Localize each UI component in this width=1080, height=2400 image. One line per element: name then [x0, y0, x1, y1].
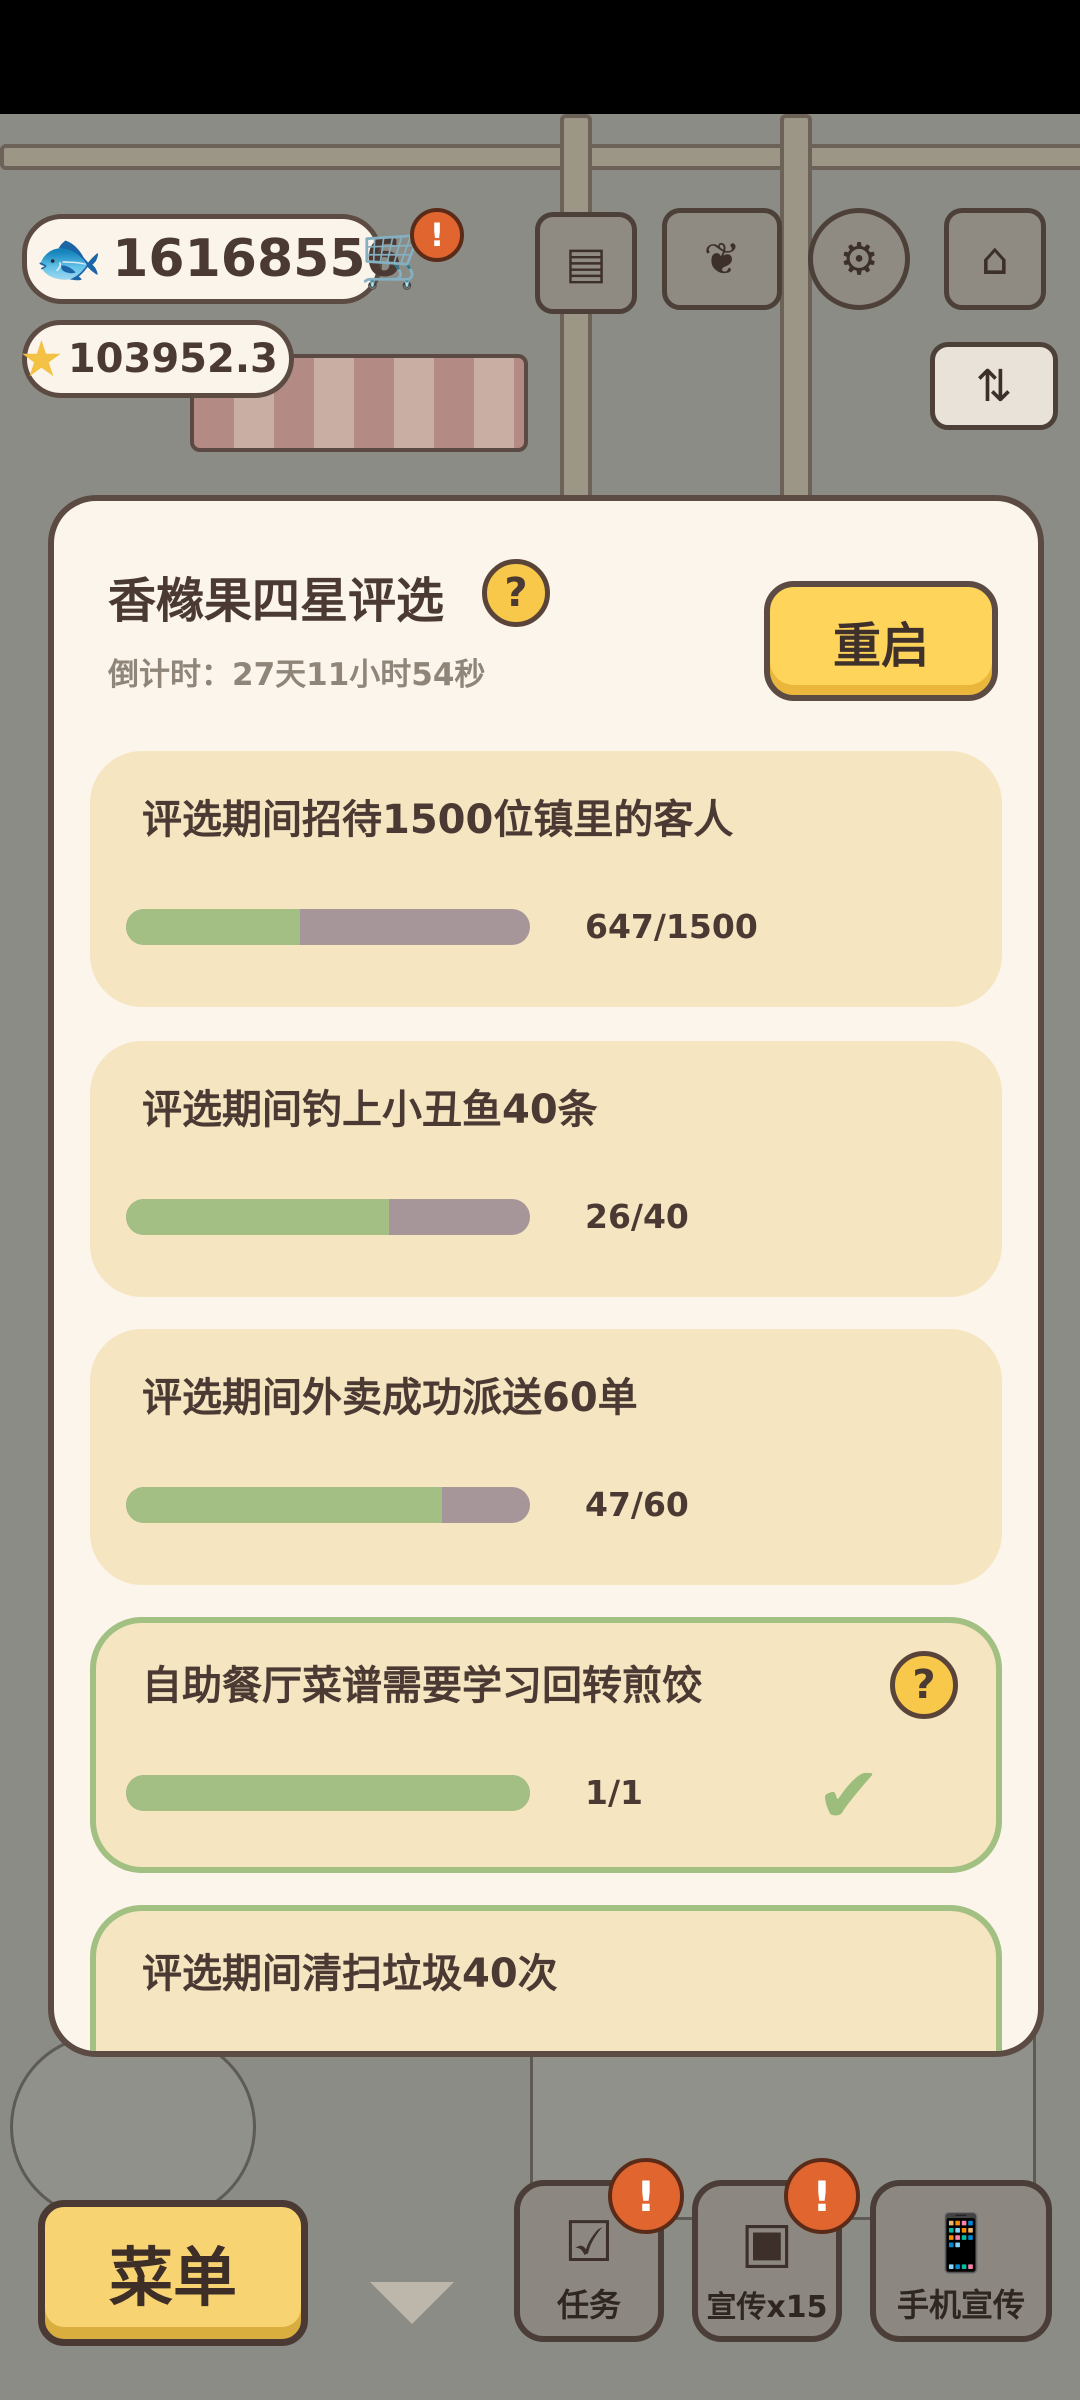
question-icon: ? — [912, 1662, 936, 1708]
fish-currency-display: 🐟 16168556 — [22, 214, 402, 304]
task-progress-bar — [126, 1487, 530, 1523]
collapse-arrow-icon[interactable] — [370, 2282, 454, 2324]
star-icon: ★ — [19, 330, 64, 388]
shop-button[interactable]: ⌂ — [944, 208, 1046, 310]
task-progress-bar — [126, 909, 530, 945]
newspaper-button[interactable]: ▤ — [535, 212, 637, 314]
task-progress-text: 647/1500 — [585, 907, 758, 946]
phone-icon: 📱 — [926, 2211, 996, 2276]
task-button-label: 任务 — [556, 2286, 621, 2324]
cart-alert-badge: ! — [410, 208, 464, 262]
settings-button[interactable]: ⚙ — [808, 208, 910, 310]
phone-promo-button[interactable]: 📱 手机宣传 — [870, 2180, 1052, 2342]
background-beam — [0, 144, 1080, 170]
promo-card-icon: ▣ — [740, 2210, 794, 2275]
task-progress-text: 1/1 — [585, 1773, 643, 1812]
countdown-timer: 倒计时：27天11小时54秒 — [108, 657, 486, 693]
help-button[interactable]: ? — [482, 559, 550, 627]
task-progress-text: 26/40 — [585, 1197, 689, 1236]
promo-alert-badge: ! — [784, 2158, 860, 2234]
task-progress-bar — [126, 1199, 530, 1235]
task-progress-fill — [126, 1199, 389, 1235]
shop-icon: ⌂ — [981, 233, 1009, 285]
restart-button[interactable]: 重启 — [764, 581, 998, 701]
task-card: 评选期间钓上小丑鱼40条 26/40 — [90, 1041, 1002, 1297]
cat-book-icon: ❦ — [703, 233, 741, 285]
task-title: 评选期间外卖成功派送60单 — [142, 1375, 638, 1421]
task-progress-text: 47/60 — [585, 1485, 689, 1524]
phone-promo-button-label: 手机宣传 — [896, 2286, 1025, 2324]
newspaper-icon: ▤ — [565, 237, 607, 289]
task-card: 评选期间外卖成功派送60单 47/60 — [90, 1329, 1002, 1585]
task-alert-badge: ! — [608, 2158, 684, 2234]
task-title: 评选期间清扫垃圾40次 — [142, 1951, 558, 1997]
task-list[interactable]: 评选期间招待1500位镇里的客人 647/1500 评选期间钓上小丑鱼40条 2… — [90, 751, 1002, 2051]
task-progress-fill — [126, 909, 301, 945]
star-currency-display: ★ 103952.3 — [19, 320, 294, 398]
star-count: 103952.3 — [67, 336, 278, 382]
status-bar — [0, 0, 1080, 114]
task-help-button[interactable]: ? — [890, 1651, 958, 1719]
task-card-completed: 自助餐厅菜谱需要学习回转煎饺 ? 1/1 ✔ — [90, 1617, 1002, 1873]
task-title: 评选期间招待1500位镇里的客人 — [142, 797, 734, 843]
task-progress-bar — [126, 1775, 530, 1811]
task-card: 评选期间招待1500位镇里的客人 647/1500 — [90, 751, 1002, 1007]
clipboard-check-icon: ☑ — [563, 2210, 615, 2275]
menu-button[interactable]: 菜单 — [38, 2200, 308, 2346]
task-progress-fill — [126, 1487, 443, 1523]
background-gumball-machine — [10, 2034, 256, 2220]
settings-gear-icon: ⚙ — [839, 233, 879, 285]
star-rating-panel: 香橼果四星评选 ? 倒计时：27天11小时54秒 重启 评选期间招待1500位镇… — [48, 495, 1044, 2057]
task-card: 评选期间清扫垃圾40次 — [90, 1905, 1002, 2051]
cat-book-button[interactable]: ❦ — [662, 208, 782, 310]
promo-button-label: 宣传x15 — [706, 2290, 828, 2325]
checkmark-icon: ✔ — [816, 1751, 882, 1841]
fish-icon: 🐟 — [35, 227, 103, 290]
task-progress-fill — [126, 1775, 530, 1811]
sort-icon: ⇅ — [975, 360, 1013, 412]
question-icon: ? — [504, 570, 528, 616]
task-title: 评选期间钓上小丑鱼40条 — [142, 1087, 598, 1133]
task-title: 自助餐厅菜谱需要学习回转煎饺 — [142, 1663, 702, 1709]
sort-button[interactable]: ⇅ — [930, 342, 1058, 430]
panel-title: 香橼果四星评选 — [108, 573, 445, 629]
